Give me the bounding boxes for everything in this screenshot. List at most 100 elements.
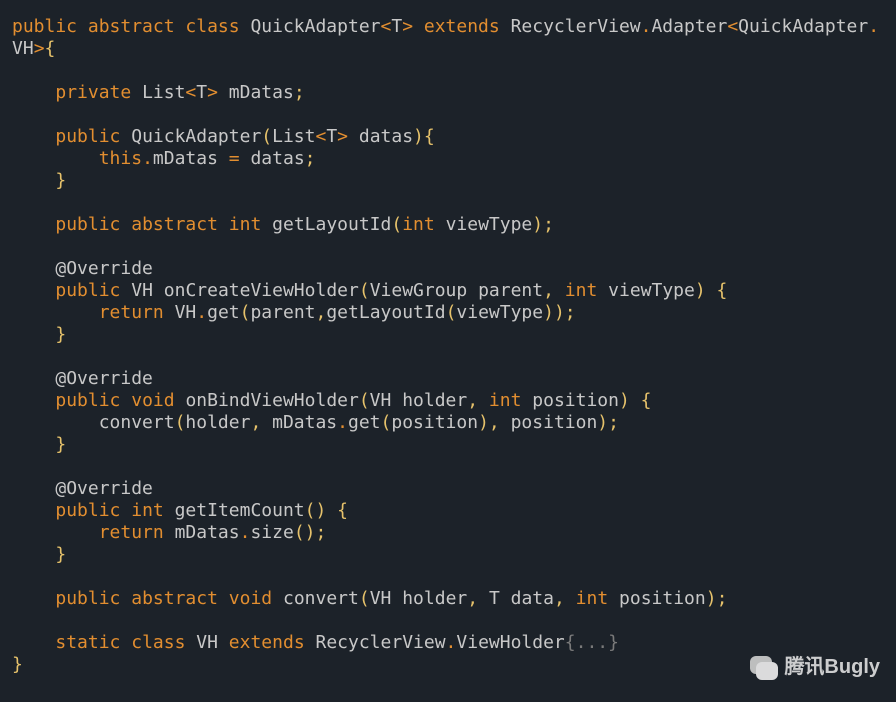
brace-open: { [45,38,56,59]
brace-open: { [424,126,435,147]
param-viewtype: viewType [446,214,533,235]
kw-abstract: abstract [131,588,218,609]
op-gt: > [207,82,218,103]
paren-close: ) [619,390,630,411]
paren-close: ) [543,302,554,323]
comma: , [554,588,565,609]
type-t: T [196,82,207,103]
method-get: get [207,302,240,323]
op-dot: . [641,16,652,37]
folded-body: {...} [565,632,619,653]
op-dot: . [240,522,251,543]
wechat-icon [750,656,776,678]
kw-this: this [99,148,142,169]
op-dot: . [196,302,207,323]
kw-static: static [55,632,120,653]
paren-close: ) [478,412,489,433]
paren-close: ) [706,588,717,609]
param-data: data [511,588,554,609]
param-parent: parent [478,280,543,301]
op-lt: < [727,16,738,37]
op-lt: < [315,126,326,147]
watermark: 腾讯Bugly [750,656,880,678]
kw-int: int [131,500,164,521]
kw-int: int [576,588,609,609]
semicolon: ; [294,82,305,103]
kw-void: void [229,588,272,609]
op-dot: . [868,16,879,37]
kw-public: public [12,16,77,37]
type-list: List [142,82,185,103]
comma: , [316,302,327,323]
param-position: position [391,412,478,433]
paren-open: ( [391,214,402,235]
paren-open: ( [305,500,316,521]
op-dot: . [446,632,457,653]
brace-close: } [55,170,66,191]
kw-public: public [55,214,120,235]
param-position: position [619,588,706,609]
comma: , [543,280,554,301]
kw-return: return [99,522,164,543]
kw-public: public [55,500,120,521]
field-mdatas: mDatas [175,522,240,543]
brace-close: } [12,654,23,675]
watermark-text: 腾讯Bugly [784,656,880,678]
comma: , [467,390,478,411]
type-vh: VH [175,302,197,323]
semicolon: ; [717,588,728,609]
brace-close: } [55,434,66,455]
type-vh: VH [12,38,34,59]
brace-open: { [337,500,348,521]
type-recyclerview: RecyclerView [316,632,446,653]
field-mdatas: mDatas [229,82,294,103]
semicolon: ; [565,302,576,323]
param-position: position [511,412,598,433]
op-gt: > [337,126,348,147]
code-block: public abstract class QuickAdapter<T> ex… [0,0,896,692]
brace-open: { [641,390,652,411]
kw-private: private [55,82,131,103]
param-datas: datas [250,148,304,169]
kw-extends: extends [229,632,305,653]
method-convert: convert [283,588,359,609]
kw-public: public [55,390,120,411]
type-quickadapter: QuickAdapter [250,16,380,37]
kw-class: class [185,16,239,37]
kw-extends: extends [424,16,500,37]
paren-close: ) [597,412,608,433]
kw-int: int [565,280,598,301]
type-adapter: Adapter [651,16,727,37]
paren-open: ( [359,390,370,411]
paren-open: ( [381,412,392,433]
kw-return: return [99,302,164,323]
method-oncreateviewholder: onCreateViewHolder [164,280,359,301]
type-vh: VH [131,280,153,301]
semicolon: ; [305,148,316,169]
type-vh: VH [370,390,392,411]
field-mdatas: mDatas [153,148,218,169]
param-position: position [532,390,619,411]
op-gt: > [402,16,413,37]
type-vh: VH [370,588,392,609]
type-list: List [272,126,315,147]
method-convert: convert [99,412,175,433]
kw-public: public [55,280,120,301]
kw-abstract: abstract [131,214,218,235]
brace-close: } [55,544,66,565]
semicolon: ; [543,214,554,235]
annotation-override: @Override [55,478,153,499]
kw-void: void [131,390,174,411]
method-getlayoutid: getLayoutId [326,302,445,323]
param-viewtype: viewType [456,302,543,323]
kw-int: int [489,390,522,411]
kw-int: int [229,214,262,235]
type-t: T [391,16,402,37]
type-viewgroup: ViewGroup [370,280,468,301]
brace-close: } [55,324,66,345]
type-t: T [326,126,337,147]
op-lt: < [185,82,196,103]
paren-open: ( [294,522,305,543]
annotation-override: @Override [55,368,153,389]
param-holder: holder [185,412,250,433]
